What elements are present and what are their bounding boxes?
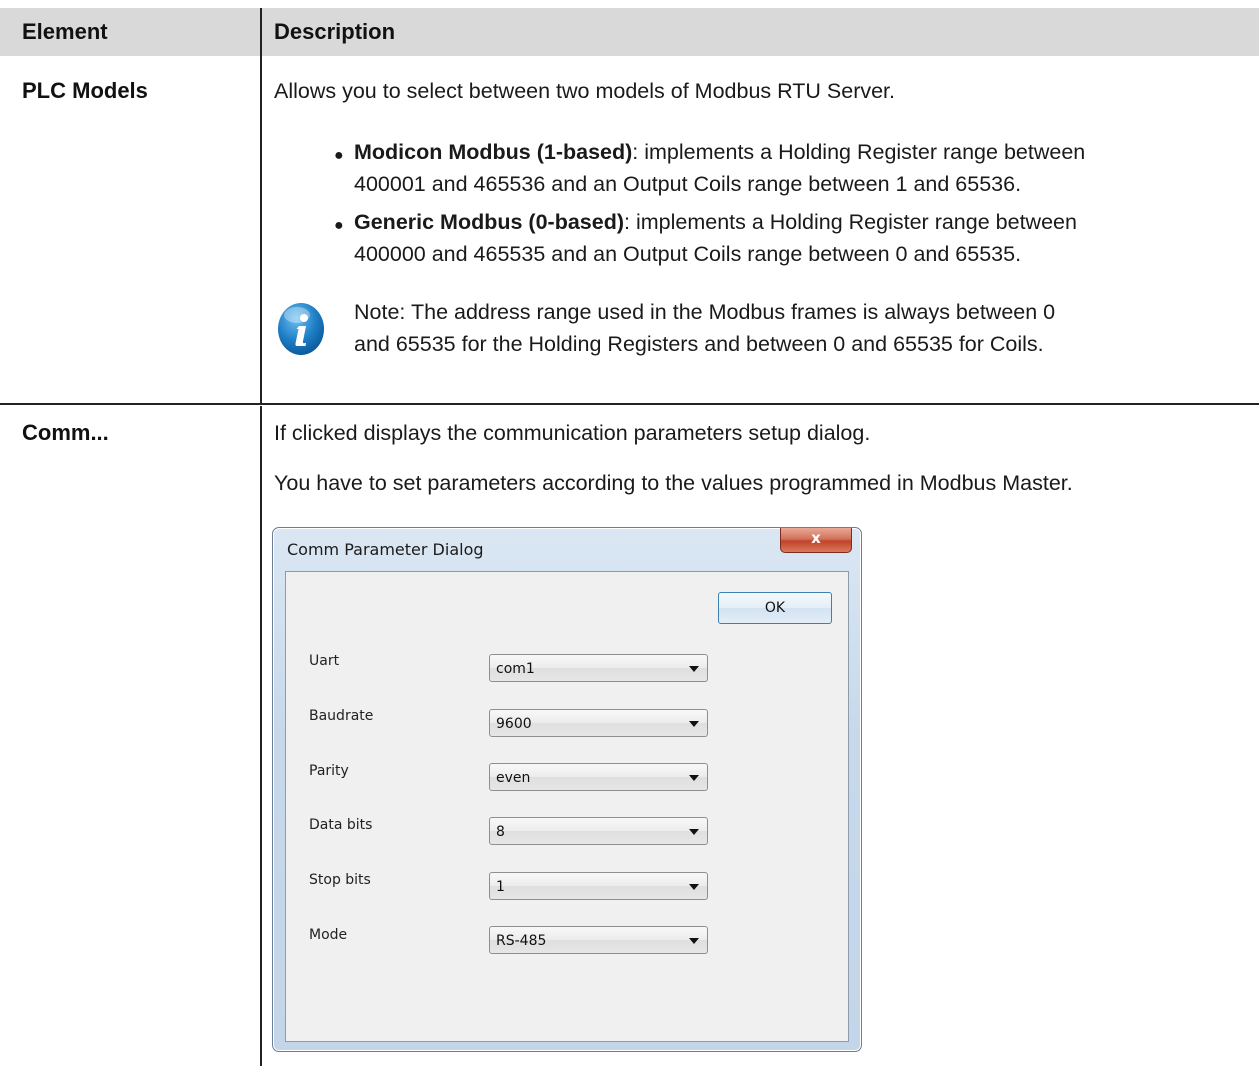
row-divider — [0, 403, 1259, 405]
bullet-dot: ● — [334, 147, 344, 164]
data-bits-value: 8 — [496, 824, 505, 840]
chevron-down-icon — [689, 721, 699, 727]
field-label-baudrate: Baudrate — [309, 708, 374, 724]
bullet-generic-term: Generic Modbus (0-based) — [354, 210, 624, 234]
chevron-down-icon — [689, 829, 699, 835]
parity-select[interactable]: even — [489, 763, 708, 791]
bullet-modicon-line2: 400001 and 465536 and an Output Coils ra… — [354, 172, 1022, 196]
uart-value: com1 — [496, 661, 535, 677]
baudrate-select[interactable]: 9600 — [489, 709, 708, 737]
column-header-element: Element — [22, 19, 108, 44]
comm-parameter-dialog: Comm Parameter Dialog x OK Uart com1 Bau… — [272, 527, 862, 1052]
table-header-row: Element Description — [0, 8, 1259, 56]
bullet-modicon-term: Modicon Modbus (1-based) — [354, 140, 633, 164]
baudrate-value: 9600 — [496, 716, 532, 732]
chevron-down-icon — [689, 666, 699, 672]
column-divider — [260, 406, 262, 1066]
row-label-plc-models: PLC Models — [22, 78, 148, 103]
bullet-dot: ● — [334, 217, 344, 234]
stop-bits-select[interactable]: 1 — [489, 872, 708, 900]
bullet-modicon: Modicon Modbus (1-based): implements a H… — [354, 136, 1244, 169]
mode-select[interactable]: RS-485 — [489, 926, 708, 954]
info-icon — [278, 303, 324, 355]
bullet-generic-text: : implements a Holding Register range be… — [624, 210, 1077, 234]
chevron-down-icon — [689, 884, 699, 890]
chevron-down-icon — [689, 775, 699, 781]
parity-value: even — [496, 770, 531, 786]
field-label-data-bits: Data bits — [309, 817, 373, 833]
note-line2: and 65535 for the Holding Registers and … — [354, 332, 1044, 356]
bullet-generic-line2: 400000 and 465535 and an Output Coils ra… — [354, 242, 1022, 266]
data-bits-select[interactable]: 8 — [489, 817, 708, 845]
ok-button[interactable]: OK — [718, 592, 832, 624]
comm-para1: If clicked displays the communication pa… — [274, 421, 871, 445]
dialog-close-button[interactable]: x — [780, 528, 852, 553]
note-line1: Note: The address range used in the Modb… — [354, 300, 1056, 324]
chevron-down-icon — [689, 938, 699, 944]
dialog-title: Comm Parameter Dialog — [287, 540, 484, 559]
stop-bits-value: 1 — [496, 879, 505, 895]
plc-models-intro: Allows you to select between two models … — [274, 79, 896, 103]
uart-select[interactable]: com1 — [489, 654, 708, 682]
column-header-description: Description — [274, 19, 396, 44]
row-label-comm: Comm... — [22, 420, 109, 445]
bullet-modicon-text: : implements a Holding Register range be… — [632, 140, 1086, 164]
field-label-mode: Mode — [309, 927, 348, 943]
dialog-client-area: OK Uart com1 Baudrate 9600 Parity even D… — [285, 571, 849, 1042]
field-label-stop-bits: Stop bits — [309, 872, 371, 888]
comm-para2: You have to set parameters according to … — [274, 471, 1073, 495]
close-icon: x — [811, 529, 821, 547]
mode-value: RS-485 — [496, 933, 547, 949]
column-divider — [260, 8, 262, 404]
field-label-uart: Uart — [309, 653, 340, 669]
field-label-parity: Parity — [309, 763, 349, 779]
bullet-generic: Generic Modbus (0-based): implements a H… — [354, 206, 1244, 239]
